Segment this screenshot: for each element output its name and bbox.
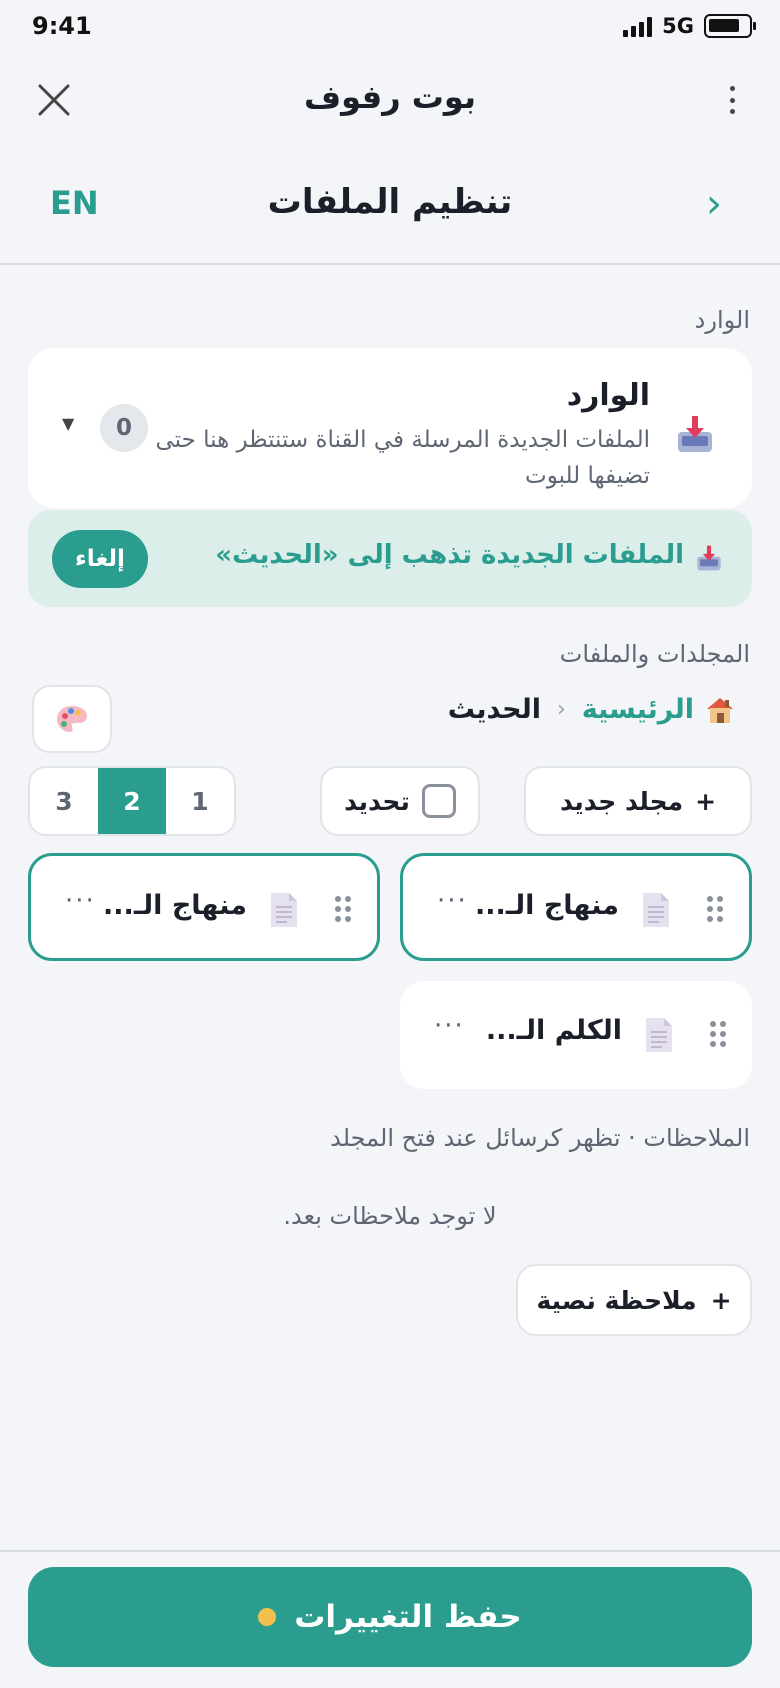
file-card[interactable]: الكلم الـ... ··· bbox=[400, 981, 752, 1089]
inbox-tray-icon bbox=[676, 414, 714, 454]
bot-title: بوت رفوف bbox=[304, 78, 476, 116]
status-time: 9:41 bbox=[32, 12, 92, 40]
notes-empty-state: لا توجد ملاحظات بعد. bbox=[283, 1202, 497, 1230]
checkbox-icon[interactable] bbox=[421, 784, 456, 818]
cancel-button[interactable]: إلغاء bbox=[52, 530, 148, 588]
pagination: 3 2 1 bbox=[28, 766, 236, 836]
inbox-title: الوارد bbox=[566, 378, 650, 413]
add-note-label: ملاحظة نصية bbox=[536, 1285, 697, 1315]
plus-icon: + bbox=[710, 1285, 732, 1315]
file-card[interactable]: منهاج الـ... ··· bbox=[400, 853, 752, 961]
signal-icon bbox=[623, 15, 653, 37]
battery-icon bbox=[704, 14, 756, 38]
save-label: حفظ التغييرات bbox=[294, 1599, 522, 1635]
inbox-count-badge: 0 bbox=[100, 404, 148, 452]
inbox-card[interactable]: الوارد الملفات الجديدة المرسلة في القناة… bbox=[28, 348, 752, 508]
select-label: تحديد bbox=[344, 786, 410, 816]
footer-divider bbox=[0, 1550, 780, 1552]
select-button[interactable]: تحديد bbox=[320, 766, 480, 836]
page-1-button[interactable]: 1 bbox=[166, 768, 234, 834]
drag-handle-icon[interactable] bbox=[707, 896, 723, 922]
breadcrumb-home[interactable]: الرئيسية bbox=[582, 694, 736, 725]
caret-down-icon[interactable]: ▼ bbox=[62, 414, 74, 433]
file-card[interactable]: منهاج الـ... ··· bbox=[28, 853, 380, 961]
document-icon bbox=[644, 1017, 674, 1053]
breadcrumb-separator: ‹ bbox=[556, 697, 566, 722]
breadcrumb-current: الحديث bbox=[447, 694, 541, 725]
file-name: منهاج الـ... bbox=[475, 890, 619, 921]
inbox-tray-icon bbox=[696, 544, 722, 572]
more-horizontal-icon[interactable]: ··· bbox=[65, 886, 96, 916]
document-icon bbox=[641, 892, 671, 928]
file-name: الكلم الـ... bbox=[485, 1015, 622, 1046]
more-horizontal-icon[interactable]: ··· bbox=[437, 886, 468, 916]
home-icon bbox=[707, 697, 733, 723]
drag-handle-icon[interactable] bbox=[335, 896, 351, 922]
document-icon bbox=[269, 892, 299, 928]
destination-banner: الملفات الجديدة تذهب إلى «الحديث» إلغاء bbox=[28, 510, 752, 607]
header-divider bbox=[0, 263, 780, 265]
new-folder-label: مجلد جديد bbox=[559, 786, 684, 816]
page-title: تنظيم الملفات bbox=[267, 182, 513, 222]
breadcrumb: الرئيسية ‹ الحديث bbox=[448, 694, 736, 725]
plus-icon: + bbox=[695, 786, 717, 816]
unsaved-indicator-dot bbox=[258, 1608, 277, 1626]
notes-section-label: الملاحظات · تظهر كرسائل عند فتح المجلد bbox=[330, 1124, 750, 1152]
folders-section-label: المجلدات والملفات bbox=[559, 640, 750, 668]
save-changes-button[interactable]: حفظ التغييرات bbox=[28, 1567, 752, 1667]
inbox-section-label: الوارد bbox=[694, 306, 750, 334]
palette-icon bbox=[57, 706, 87, 732]
network-label: 5G bbox=[662, 14, 694, 38]
page-3-button[interactable]: 3 bbox=[30, 768, 98, 834]
page-2-button[interactable]: 2 bbox=[98, 768, 166, 834]
add-text-note-button[interactable]: + ملاحظة نصية bbox=[516, 1264, 752, 1336]
more-horizontal-icon[interactable]: ··· bbox=[434, 1011, 465, 1041]
palette-button[interactable] bbox=[32, 685, 112, 753]
drag-handle-icon[interactable] bbox=[710, 1021, 726, 1047]
new-folder-button[interactable]: + مجلد جديد bbox=[524, 766, 752, 836]
status-indicators: 5G bbox=[623, 14, 756, 38]
inbox-description: الملفات الجديدة المرسلة في القناة ستنتظر… bbox=[155, 427, 650, 489]
banner-text: الملفات الجديدة تذهب إلى «الحديث» bbox=[215, 540, 684, 570]
more-options-icon[interactable] bbox=[722, 82, 742, 118]
file-name: منهاج الـ... bbox=[103, 890, 247, 921]
chevron-back-icon[interactable]: › bbox=[706, 184, 722, 224]
